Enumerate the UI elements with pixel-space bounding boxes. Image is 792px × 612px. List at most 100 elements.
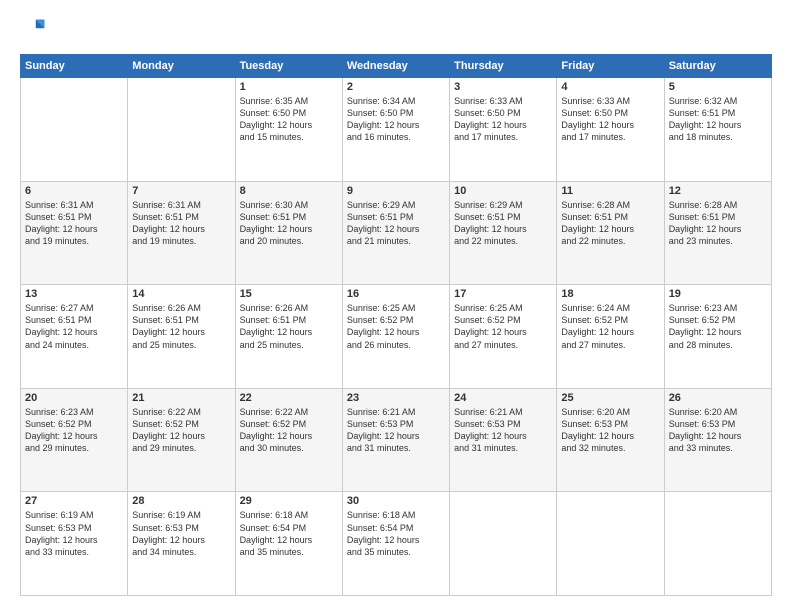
day-cell: 13Sunrise: 6:27 AM Sunset: 6:51 PM Dayli… bbox=[21, 285, 128, 389]
day-cell: 3 Sunrise: 6:33 AM Sunset: 6:50 PM Daylig… bbox=[450, 78, 557, 182]
day-cell: 14 Sunrise: 6:26 AM Sunset: 6:51 PM Dayli… bbox=[128, 285, 235, 389]
day-number: 20 bbox=[25, 392, 123, 404]
weekday-header-monday: Monday bbox=[128, 55, 235, 78]
day-number: 7 bbox=[132, 185, 230, 197]
day-cell: 11 Sunrise: 6:28 AM Sunset: 6:51 PM Dayli… bbox=[557, 181, 664, 285]
day-cell: 9 Sunrise: 6:29 AM Sunset: 6:51 PM Daylig… bbox=[342, 181, 449, 285]
day-info: Sunrise: 6:26 AM Sunset: 6:51 PM Dayligh… bbox=[240, 302, 338, 351]
day-cell: 22Sunrise: 6:22 AM Sunset: 6:52 PM Dayli… bbox=[235, 388, 342, 492]
day-cell bbox=[450, 492, 557, 596]
day-info: Sunrise: 6:21 AM Sunset: 6:53 PM Dayligh… bbox=[347, 406, 445, 455]
day-info: Sunrise: 6:31 AM Sunset: 6:51 PM Dayligh… bbox=[25, 199, 123, 248]
day-cell bbox=[128, 78, 235, 182]
day-info: Sunrise: 6:27 AM Sunset: 6:51 PM Dayligh… bbox=[25, 302, 123, 351]
day-cell bbox=[21, 78, 128, 182]
weekday-header-thursday: Thursday bbox=[450, 55, 557, 78]
day-cell: 19Sunrise: 6:23 AM Sunset: 6:52 PM Dayli… bbox=[664, 285, 771, 389]
day-info: Sunrise: 6:20 AM Sunset: 6:53 PM Dayligh… bbox=[669, 406, 767, 455]
week-row-1: 6 Sunrise: 6:31 AM Sunset: 6:51 PM Daylig… bbox=[21, 181, 772, 285]
day-cell: 1 Sunrise: 6:35 AM Sunset: 6:50 PM Daylig… bbox=[235, 78, 342, 182]
day-cell: 7 Sunrise: 6:31 AM Sunset: 6:51 PM Daylig… bbox=[128, 181, 235, 285]
day-info: Sunrise: 6:35 AM Sunset: 6:50 PM Dayligh… bbox=[240, 95, 338, 144]
day-number: 26 bbox=[669, 392, 767, 404]
day-info: Sunrise: 6:25 AM Sunset: 6:52 PM Dayligh… bbox=[347, 302, 445, 351]
day-number: 17 bbox=[454, 288, 552, 300]
day-cell: 18Sunrise: 6:24 AM Sunset: 6:52 PM Dayli… bbox=[557, 285, 664, 389]
day-number: 6 bbox=[25, 185, 123, 197]
day-info: Sunrise: 6:33 AM Sunset: 6:50 PM Dayligh… bbox=[561, 95, 659, 144]
day-info: Sunrise: 6:29 AM Sunset: 6:51 PM Dayligh… bbox=[347, 199, 445, 248]
day-cell: 10 Sunrise: 6:29 AM Sunset: 6:51 PM Dayli… bbox=[450, 181, 557, 285]
week-row-4: 27 Sunrise: 6:19 AM Sunset: 6:53 PM Dayli… bbox=[21, 492, 772, 596]
day-info: Sunrise: 6:29 AM Sunset: 6:51 PM Dayligh… bbox=[454, 199, 552, 248]
day-number: 30 bbox=[347, 495, 445, 507]
day-number: 14 bbox=[132, 288, 230, 300]
day-cell: 4Sunrise: 6:33 AM Sunset: 6:50 PM Daylig… bbox=[557, 78, 664, 182]
day-cell: 28 Sunrise: 6:19 AM Sunset: 6:53 PM Dayli… bbox=[128, 492, 235, 596]
day-number: 11 bbox=[561, 185, 659, 197]
day-info: Sunrise: 6:26 AM Sunset: 6:51 PM Dayligh… bbox=[132, 302, 230, 351]
day-cell: 21 Sunrise: 6:22 AM Sunset: 6:52 PM Dayli… bbox=[128, 388, 235, 492]
day-number: 2 bbox=[347, 81, 445, 93]
calendar-table: SundayMondayTuesdayWednesdayThursdayFrid… bbox=[20, 54, 772, 596]
day-info: Sunrise: 6:33 AM Sunset: 6:50 PM Dayligh… bbox=[454, 95, 552, 144]
day-info: Sunrise: 6:32 AM Sunset: 6:51 PM Dayligh… bbox=[669, 95, 767, 144]
day-info: Sunrise: 6:22 AM Sunset: 6:52 PM Dayligh… bbox=[132, 406, 230, 455]
day-cell: 2 Sunrise: 6:34 AM Sunset: 6:50 PM Daylig… bbox=[342, 78, 449, 182]
day-number: 23 bbox=[347, 392, 445, 404]
day-cell: 25 Sunrise: 6:20 AM Sunset: 6:53 PM Dayli… bbox=[557, 388, 664, 492]
logo-icon bbox=[20, 16, 48, 44]
page: SundayMondayTuesdayWednesdayThursdayFrid… bbox=[0, 0, 792, 612]
day-cell: 30 Sunrise: 6:18 AM Sunset: 6:54 PM Dayli… bbox=[342, 492, 449, 596]
day-info: Sunrise: 6:31 AM Sunset: 6:51 PM Dayligh… bbox=[132, 199, 230, 248]
day-cell: 17 Sunrise: 6:25 AM Sunset: 6:52 PM Dayli… bbox=[450, 285, 557, 389]
logo bbox=[20, 16, 52, 44]
day-number: 25 bbox=[561, 392, 659, 404]
day-number: 9 bbox=[347, 185, 445, 197]
day-info: Sunrise: 6:20 AM Sunset: 6:53 PM Dayligh… bbox=[561, 406, 659, 455]
day-number: 3 bbox=[454, 81, 552, 93]
day-cell: 15 Sunrise: 6:26 AM Sunset: 6:51 PM Dayli… bbox=[235, 285, 342, 389]
day-cell bbox=[664, 492, 771, 596]
day-info: Sunrise: 6:30 AM Sunset: 6:51 PM Dayligh… bbox=[240, 199, 338, 248]
header bbox=[20, 16, 772, 44]
day-info: Sunrise: 6:28 AM Sunset: 6:51 PM Dayligh… bbox=[561, 199, 659, 248]
weekday-header-friday: Friday bbox=[557, 55, 664, 78]
day-info: Sunrise: 6:22 AM Sunset: 6:52 PM Dayligh… bbox=[240, 406, 338, 455]
day-cell: 27Sunrise: 6:19 AM Sunset: 6:53 PM Dayli… bbox=[21, 492, 128, 596]
day-number: 27 bbox=[25, 495, 123, 507]
day-cell: 5Sunrise: 6:32 AM Sunset: 6:51 PM Daylig… bbox=[664, 78, 771, 182]
day-cell: 26 Sunrise: 6:20 AM Sunset: 6:53 PM Dayli… bbox=[664, 388, 771, 492]
week-row-2: 13Sunrise: 6:27 AM Sunset: 6:51 PM Dayli… bbox=[21, 285, 772, 389]
day-number: 21 bbox=[132, 392, 230, 404]
weekday-header-row: SundayMondayTuesdayWednesdayThursdayFrid… bbox=[21, 55, 772, 78]
day-cell: 16Sunrise: 6:25 AM Sunset: 6:52 PM Dayli… bbox=[342, 285, 449, 389]
day-number: 10 bbox=[454, 185, 552, 197]
day-info: Sunrise: 6:34 AM Sunset: 6:50 PM Dayligh… bbox=[347, 95, 445, 144]
day-info: Sunrise: 6:21 AM Sunset: 6:53 PM Dayligh… bbox=[454, 406, 552, 455]
day-number: 15 bbox=[240, 288, 338, 300]
day-cell: 20 Sunrise: 6:23 AM Sunset: 6:52 PM Dayli… bbox=[21, 388, 128, 492]
day-number: 12 bbox=[669, 185, 767, 197]
day-cell: 24 Sunrise: 6:21 AM Sunset: 6:53 PM Dayli… bbox=[450, 388, 557, 492]
day-cell: 23 Sunrise: 6:21 AM Sunset: 6:53 PM Dayli… bbox=[342, 388, 449, 492]
day-number: 19 bbox=[669, 288, 767, 300]
day-info: Sunrise: 6:18 AM Sunset: 6:54 PM Dayligh… bbox=[347, 509, 445, 558]
weekday-header-wednesday: Wednesday bbox=[342, 55, 449, 78]
day-cell: 12Sunrise: 6:28 AM Sunset: 6:51 PM Dayli… bbox=[664, 181, 771, 285]
week-row-3: 20 Sunrise: 6:23 AM Sunset: 6:52 PM Dayli… bbox=[21, 388, 772, 492]
day-cell bbox=[557, 492, 664, 596]
weekday-header-sunday: Sunday bbox=[21, 55, 128, 78]
day-info: Sunrise: 6:25 AM Sunset: 6:52 PM Dayligh… bbox=[454, 302, 552, 351]
day-number: 28 bbox=[132, 495, 230, 507]
day-number: 29 bbox=[240, 495, 338, 507]
day-number: 24 bbox=[454, 392, 552, 404]
day-number: 1 bbox=[240, 81, 338, 93]
day-cell: 8 Sunrise: 6:30 AM Sunset: 6:51 PM Daylig… bbox=[235, 181, 342, 285]
day-info: Sunrise: 6:23 AM Sunset: 6:52 PM Dayligh… bbox=[25, 406, 123, 455]
day-info: Sunrise: 6:18 AM Sunset: 6:54 PM Dayligh… bbox=[240, 509, 338, 558]
day-info: Sunrise: 6:19 AM Sunset: 6:53 PM Dayligh… bbox=[132, 509, 230, 558]
day-cell: 29 Sunrise: 6:18 AM Sunset: 6:54 PM Dayli… bbox=[235, 492, 342, 596]
day-number: 8 bbox=[240, 185, 338, 197]
week-row-0: 1 Sunrise: 6:35 AM Sunset: 6:50 PM Daylig… bbox=[21, 78, 772, 182]
